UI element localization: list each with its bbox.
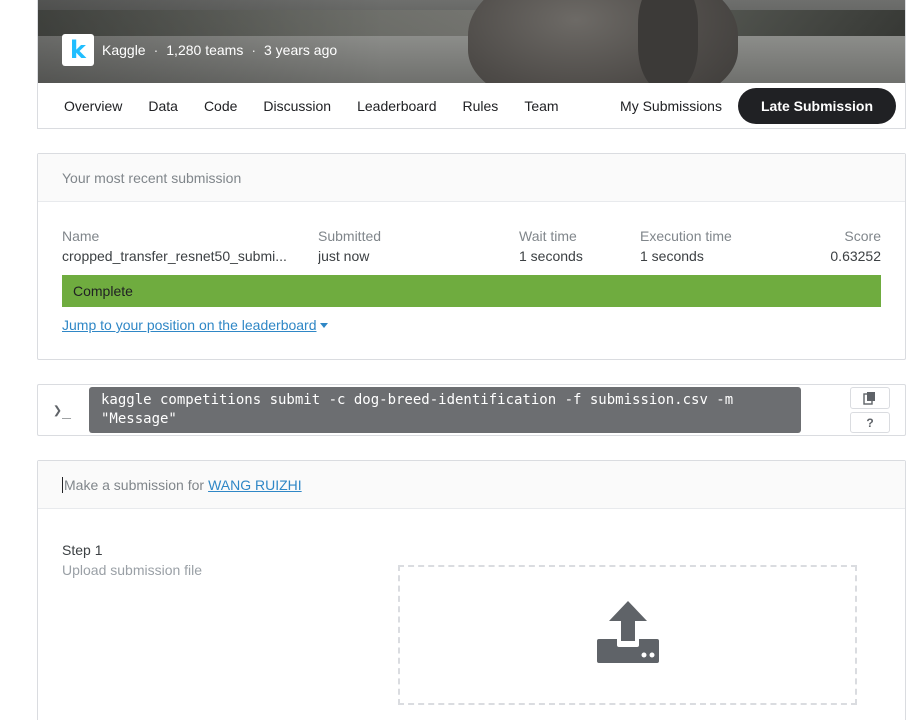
step-subtitle: Upload submission file [62, 562, 203, 578]
status-text: Complete [73, 283, 133, 299]
wait-label: Wait time [519, 228, 577, 244]
help-button[interactable]: ? [850, 412, 890, 433]
exec-label: Execution time [640, 228, 732, 244]
recent-submission-heading: Your most recent submission [38, 154, 905, 202]
command-line-1[interactable]: kaggle competitions submit -c dog-breed-… [101, 391, 789, 410]
make-submission-card: Make a submission for WANG RUIZHI Step 1… [37, 460, 906, 720]
upload-icon[interactable] [595, 601, 661, 665]
submission-name: cropped_transfer_resnet50_submi... [62, 248, 287, 264]
text-cursor [62, 476, 63, 493]
competition-tabs: Overview Data Code Discussion Leaderboar… [38, 83, 905, 128]
meta-separator: · [251, 42, 256, 58]
my-submissions-link[interactable]: My Submissions [620, 98, 722, 114]
team-count: 1,280 teams [166, 42, 244, 58]
exec-value: 1 seconds [640, 248, 704, 264]
competition-meta: k Kaggle · 1,280 teams · 3 years ago [62, 34, 337, 66]
make-submission-prefix: Make a submission for [64, 476, 205, 493]
score-label: Score [844, 228, 881, 244]
kaggle-logo-icon[interactable]: k [62, 34, 94, 66]
competition-banner: k Kaggle · 1,280 teams · 3 years ago [38, 0, 905, 83]
submission-details: Name cropped_transfer_resnet50_submi... … [62, 226, 881, 266]
jump-to-leaderboard-link[interactable]: Jump to your position on the leaderboard [62, 317, 328, 333]
file-upload-dropzone[interactable] [398, 565, 857, 705]
score-value: 0.63252 [830, 248, 881, 264]
tab-data[interactable]: Data [148, 98, 178, 114]
step-title: Step 1 [62, 542, 103, 558]
competition-age: 3 years ago [264, 42, 338, 58]
tab-team[interactable]: Team [524, 98, 558, 114]
terminal-prompt-icon: ❯_ [53, 401, 72, 419]
wait-column: Wait time 1 seconds [519, 226, 583, 266]
user-link[interactable]: WANG RUIZHI [208, 477, 302, 493]
status-bar: Complete [62, 275, 881, 307]
meta-separator: · [153, 42, 159, 58]
competition-header: k Kaggle · 1,280 teams · 3 years ago Ove… [37, 0, 906, 129]
submitted-label: Submitted [318, 228, 382, 244]
api-command-text[interactable]: kaggle competitions submit -c dog-breed-… [89, 387, 801, 433]
tab-rules[interactable]: Rules [463, 98, 499, 114]
command-line-2[interactable]: "Message" [101, 410, 789, 429]
copy-icon[interactable] [863, 391, 877, 405]
make-submission-heading: Make a submission for WANG RUIZHI [38, 461, 905, 509]
exec-column: Execution time 1 seconds [640, 226, 732, 266]
tab-overview[interactable]: Overview [64, 98, 122, 114]
late-submission-button[interactable]: Late Submission [737, 87, 896, 124]
jump-link-label[interactable]: Jump to your position on the leaderboard [62, 317, 317, 333]
tab-discussion[interactable]: Discussion [263, 98, 331, 114]
host-name[interactable]: Kaggle [102, 42, 146, 58]
submitted-column: Submitted just now [318, 226, 381, 266]
tab-code[interactable]: Code [204, 98, 237, 114]
caret-down-icon[interactable] [319, 323, 328, 328]
score-column: Score 0.63252 [830, 226, 881, 266]
copy-button[interactable] [850, 387, 890, 409]
name-column: Name cropped_transfer_resnet50_submi... [62, 226, 302, 266]
recent-submission-card: Your most recent submission Name cropped… [37, 153, 906, 360]
tab-leaderboard[interactable]: Leaderboard [357, 98, 436, 114]
wait-value: 1 seconds [519, 248, 583, 264]
submitted-value: just now [318, 248, 370, 264]
api-command-card: ❯_ kaggle competitions submit -c dog-bre… [37, 384, 906, 436]
name-label: Name [62, 228, 100, 244]
